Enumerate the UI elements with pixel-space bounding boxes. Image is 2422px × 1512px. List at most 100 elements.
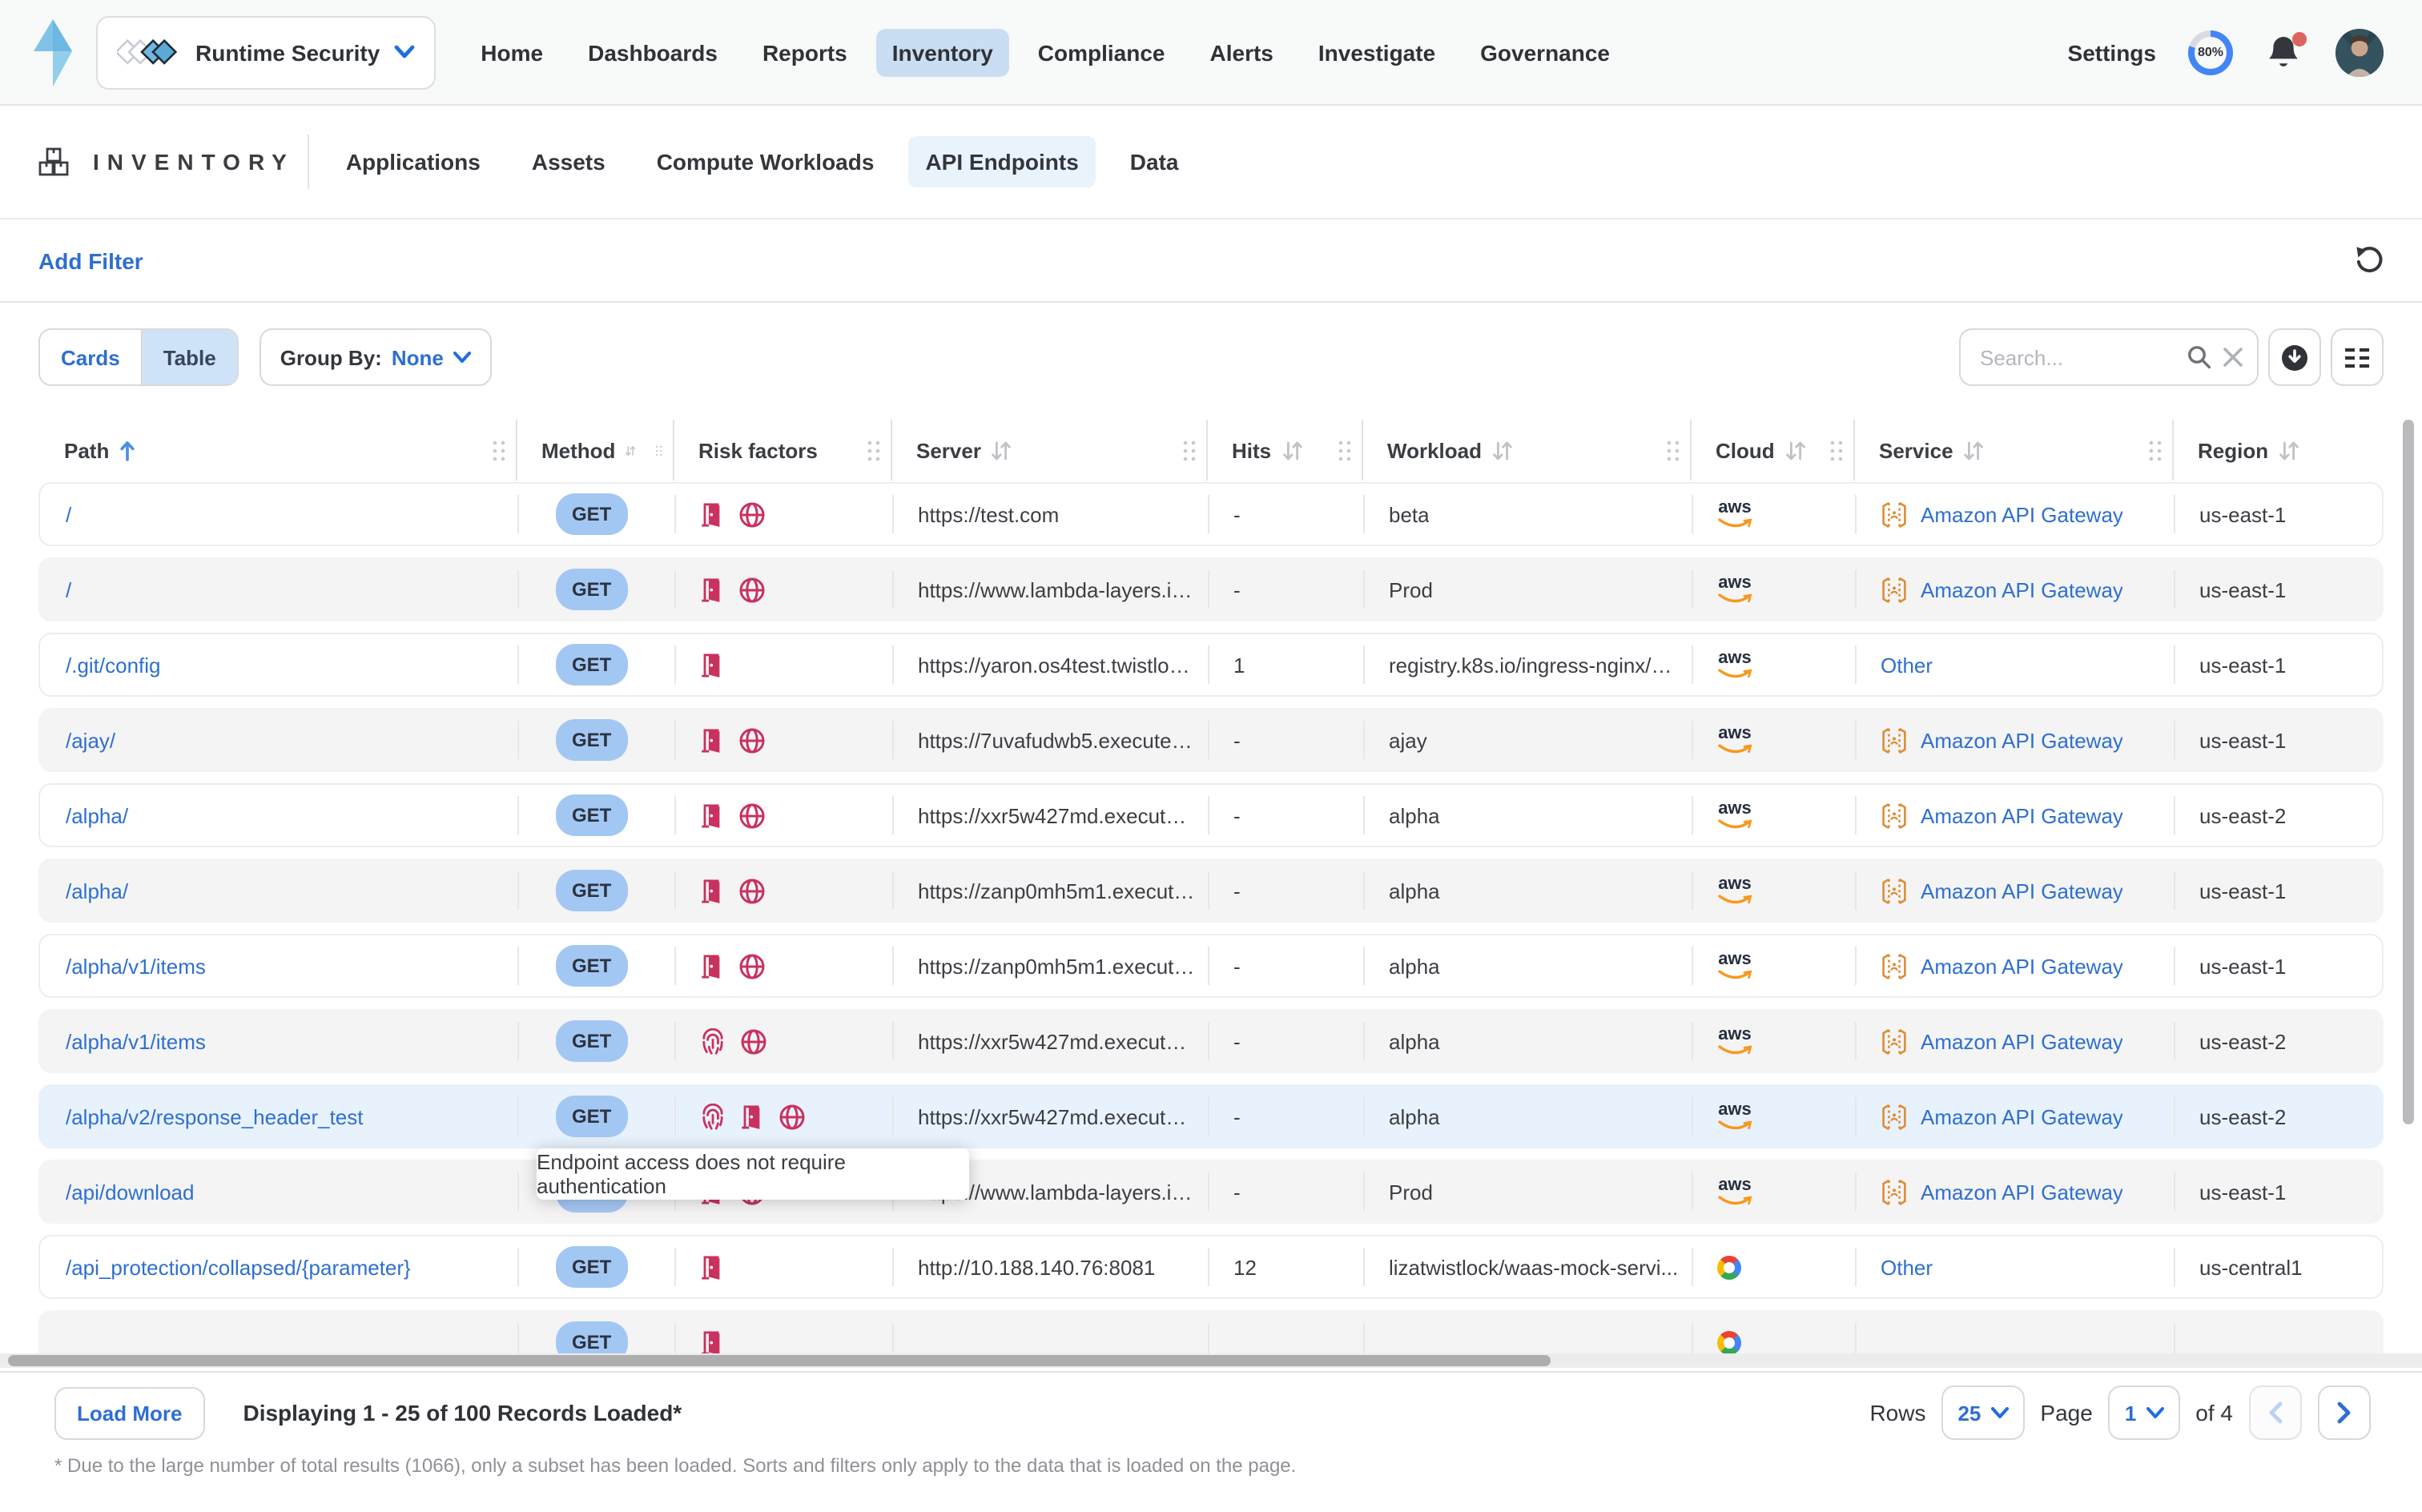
internet-exposure-globe-icon[interactable] — [740, 1027, 767, 1055]
endpoint-path-link[interactable]: /api_protection/collapsed/{parameter} — [66, 1255, 411, 1279]
open-door-icon[interactable] — [700, 576, 724, 603]
endpoint-path-link[interactable]: /ajay/ — [66, 728, 115, 752]
nav-item-governance[interactable]: Governance — [1464, 28, 1626, 76]
page-select[interactable]: 1 — [2109, 1385, 2179, 1440]
open-door-icon[interactable] — [700, 1253, 724, 1281]
internet-exposure-globe-icon[interactable] — [738, 952, 766, 979]
open-door-icon[interactable] — [700, 726, 724, 754]
product-switcher[interactable]: Runtime Security — [96, 15, 436, 89]
service-link[interactable]: Amazon API Gateway — [1921, 879, 2123, 903]
endpoint-path-link[interactable]: /.git/config — [66, 653, 161, 677]
column-drag-handle[interactable] — [1338, 438, 1352, 462]
endpoint-path-link[interactable]: /alpha/v1/items — [66, 1029, 206, 1053]
endpoint-path-link[interactable]: /alpha/v1/items — [66, 954, 206, 978]
clear-search-icon[interactable] — [2222, 346, 2244, 368]
nav-item-inventory[interactable]: Inventory — [876, 28, 1009, 76]
column-drag-handle[interactable] — [492, 438, 506, 462]
sort-icon[interactable] — [1281, 440, 1303, 460]
nav-item-alerts[interactable]: Alerts — [1194, 28, 1289, 76]
open-door-icon[interactable] — [700, 877, 724, 904]
tab-api-endpoints[interactable]: API Endpoints — [907, 136, 1096, 187]
internet-exposure-globe-icon[interactable] — [738, 877, 766, 904]
tab-applications[interactable]: Applications — [328, 136, 498, 187]
column-drag-handle[interactable] — [867, 438, 881, 462]
sort-icon[interactable] — [625, 440, 636, 460]
column-drag-handle[interactable] — [1182, 438, 1197, 462]
open-door-icon[interactable] — [740, 1103, 764, 1130]
internet-exposure-globe-icon[interactable] — [738, 802, 766, 829]
service-link[interactable]: Amazon API Gateway — [1921, 1104, 2123, 1128]
tab-compute-workloads[interactable]: Compute Workloads — [639, 136, 892, 187]
internet-exposure-globe-icon[interactable] — [738, 726, 766, 754]
endpoint-path-link[interactable]: / — [66, 502, 71, 526]
nav-item-investigate[interactable]: Investigate — [1302, 28, 1451, 76]
column-header-label[interactable]: Path — [64, 438, 109, 462]
column-header-label[interactable]: Service — [1879, 438, 1953, 462]
sort-icon[interactable] — [1963, 440, 1985, 460]
internet-exposure-globe-icon[interactable] — [778, 1103, 806, 1130]
open-door-icon[interactable] — [700, 651, 724, 678]
column-drag-handle[interactable] — [2148, 438, 2162, 462]
open-door-icon[interactable] — [700, 1329, 724, 1355]
fingerprint-icon[interactable] — [700, 1027, 726, 1055]
sort-ascending-icon[interactable] — [119, 440, 136, 460]
search-input[interactable] — [1977, 344, 2177, 371]
reset-filters-button[interactable] — [2353, 245, 2384, 275]
group-by-dropdown[interactable]: Group By: None — [260, 328, 492, 386]
column-header-label[interactable]: Risk factors — [698, 438, 818, 462]
column-drag-handle[interactable] — [1829, 438, 1844, 462]
endpoint-path-link[interactable]: /alpha/v2/response_header_test — [66, 1104, 364, 1128]
column-header-label[interactable]: Region — [2198, 438, 2268, 462]
column-header-label[interactable]: Server — [916, 438, 981, 462]
vertical-scrollbar[interactable] — [2403, 420, 2414, 1124]
tab-data[interactable]: Data — [1112, 136, 1197, 187]
endpoint-path-link[interactable]: /api/download — [66, 1180, 194, 1204]
nav-item-home[interactable]: Home — [465, 28, 559, 76]
search-icon[interactable] — [2187, 344, 2212, 370]
tab-assets[interactable]: Assets — [514, 136, 623, 187]
column-header-label[interactable]: Hits — [1232, 438, 1271, 462]
service-link[interactable]: Other — [1881, 653, 1933, 677]
sort-icon[interactable] — [1784, 440, 1807, 460]
endpoint-path-link[interactable]: /alpha/ — [66, 879, 128, 903]
sort-icon[interactable] — [991, 440, 1013, 460]
fingerprint-icon[interactable] — [700, 1103, 726, 1130]
usage-progress-ring[interactable]: 80% — [2188, 30, 2233, 74]
open-door-icon[interactable] — [700, 501, 724, 528]
service-link[interactable]: Amazon API Gateway — [1921, 954, 2123, 978]
open-door-icon[interactable] — [700, 952, 724, 979]
column-drag-handle[interactable] — [656, 438, 663, 462]
manage-columns-button[interactable] — [2331, 328, 2384, 386]
column-header-label[interactable]: Cloud — [1716, 438, 1775, 462]
service-link[interactable]: Amazon API Gateway — [1921, 577, 2123, 601]
horizontal-scrollbar-thumb[interactable] — [8, 1355, 1551, 1366]
add-filter-button[interactable]: Add Filter — [38, 247, 143, 273]
rows-per-page-select[interactable]: 25 — [1941, 1385, 2024, 1440]
sort-icon[interactable] — [1491, 440, 1514, 460]
nav-item-reports[interactable]: Reports — [746, 28, 863, 76]
nav-item-dashboards[interactable]: Dashboards — [572, 28, 734, 76]
table-view-button[interactable]: Table — [143, 330, 237, 384]
service-link[interactable]: Amazon API Gateway — [1921, 502, 2123, 526]
settings-link[interactable]: Settings — [2068, 39, 2156, 65]
cards-view-button[interactable]: Cards — [40, 330, 143, 384]
service-link[interactable]: Amazon API Gateway — [1921, 1180, 2123, 1204]
column-drag-handle[interactable] — [1666, 438, 1680, 462]
service-link[interactable]: Amazon API Gateway — [1921, 803, 2123, 827]
nav-item-compliance[interactable]: Compliance — [1022, 28, 1181, 76]
internet-exposure-globe-icon[interactable] — [738, 576, 766, 603]
service-link[interactable]: Amazon API Gateway — [1921, 1029, 2123, 1053]
next-page-button[interactable] — [2318, 1385, 2371, 1440]
endpoint-path-link[interactable]: / — [66, 577, 71, 601]
endpoint-path-link[interactable]: /alpha/ — [66, 803, 128, 827]
notifications-button[interactable] — [2265, 33, 2303, 71]
column-header-label[interactable]: Method — [541, 438, 615, 462]
column-header-label[interactable]: Workload — [1387, 438, 1482, 462]
service-link[interactable]: Other — [1881, 1255, 1933, 1279]
internet-exposure-globe-icon[interactable] — [738, 501, 766, 528]
previous-page-button[interactable] — [2249, 1385, 2302, 1440]
user-avatar[interactable] — [2336, 28, 2384, 76]
service-link[interactable]: Amazon API Gateway — [1921, 728, 2123, 752]
download-csv-button[interactable] — [2268, 328, 2321, 386]
load-more-button[interactable]: Load More — [54, 1386, 204, 1439]
